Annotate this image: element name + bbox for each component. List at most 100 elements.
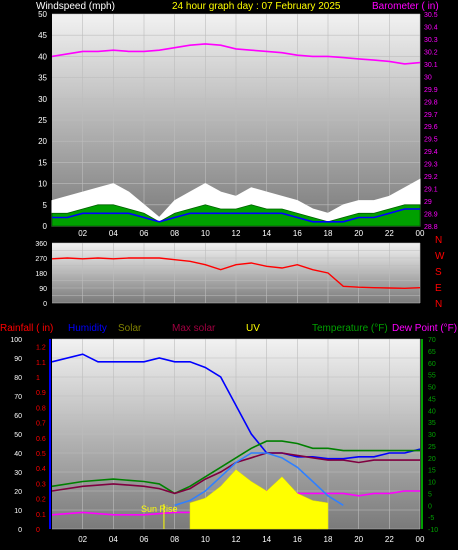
direction-tick-label: 270 [35,256,47,263]
temp-tick-label: 5 [428,491,432,498]
temp-tick-label: 65 [428,349,436,356]
rain-tick-label: 1 [36,375,40,382]
rain-tick-label: 1.1 [36,360,46,367]
temp-tick-label: 0 [428,503,432,510]
barometer-tick-label: 29.3 [424,162,438,169]
wind-tick-label: 25 [38,116,47,125]
legend-entry: Rainfall ( in) [0,323,53,334]
time-tick-label: 14 [262,535,271,544]
temp-tick-label: 25 [428,444,436,451]
temp-tick-label: 55 [428,373,436,380]
barometer-tick-label: 29.7 [424,112,438,119]
time-tick-label: 10 [201,535,210,544]
time-tick-label: 04 [109,229,118,238]
rain-tick-label: 0.8 [36,405,46,412]
wind-tick-label: 0 [43,222,48,231]
humidity-tick-label: 10 [14,508,22,515]
humidity-tick-label: 20 [14,489,22,496]
compass-label: E [435,283,442,294]
rain-tick-label: 0.1 [36,512,46,519]
direction-tick-label: 0 [43,301,47,308]
humidity-tick-label: 40 [14,451,22,458]
time-tick-label: 02 [78,535,87,544]
humidity-tick-label: 30 [14,470,22,477]
humidity-tick-label: 60 [14,413,22,420]
compass-label: S [435,267,442,278]
wind-tick-label: 35 [38,74,47,83]
barometer-tick-label: 29.9 [424,87,438,94]
temp-tick-label: 40 [428,408,436,415]
time-tick-label: 06 [140,229,149,238]
time-tick-label: 12 [232,535,241,544]
wind-tick-label: 5 [43,201,48,210]
compass-label: W [435,251,445,262]
rain-tick-label: 1.2 [36,345,46,352]
time-tick-label: 06 [140,535,149,544]
temp-tick-label: -5 [428,515,434,522]
temp-tick-label: 50 [428,385,436,392]
legend-entry: UV [246,323,260,334]
barometer-tick-label: 28.8 [424,224,438,231]
time-tick-label: 18 [324,229,333,238]
barometer-tick-label: 28.9 [424,212,438,219]
legend-entry: Temperature (°F) [312,323,388,334]
wind-tick-label: 10 [38,180,47,189]
wind-tick-label: 15 [38,158,47,167]
rain-tick-label: 0.5 [36,451,46,458]
barometer-tick-label: 29.6 [424,124,438,131]
legend-entry: Solar [118,323,142,334]
rain-tick-label: 0.3 [36,481,46,488]
wind-tick-label: 20 [38,137,47,146]
barometer-tick-label: 30.3 [424,37,438,44]
barometer-tick-label: 29.2 [424,174,438,181]
direction-tick-label: 360 [35,241,47,248]
time-tick-label: 16 [293,229,302,238]
temp-tick-label: 20 [428,456,436,463]
humidity-tick-label: 50 [14,432,22,439]
time-tick-label: 08 [170,229,179,238]
temp-tick-label: 45 [428,396,436,403]
barometer-tick-label: 30.5 [424,12,438,19]
legend-entry: Dew Point (°F) [392,323,457,334]
compass-label: N [435,299,442,310]
wind-ylabel: Windspeed (mph) [36,1,115,12]
legend-entry: Humidity [68,323,107,334]
barometer-tick-label: 30.4 [424,24,438,31]
time-tick-label: 00 [416,535,425,544]
barometer-tick-label: 30.2 [424,49,438,56]
humidity-tick-label: 70 [14,394,22,401]
wind-tick-label: 30 [38,95,47,104]
weather-graphs: 0510152025303540455028.828.92929.129.229… [0,1,457,544]
time-tick-label: 04 [109,535,118,544]
graph-title: 24 hour graph day : 07 February 2025 [172,1,341,12]
rain-tick-label: 0 [36,527,40,534]
time-tick-label: 22 [385,535,394,544]
time-tick-label: 02 [78,229,87,238]
direction-tick-label: 180 [35,271,47,278]
temp-tick-label: 30 [428,432,436,439]
humidity-tick-label: 100 [10,337,22,344]
barometer-tick-label: 29.8 [424,99,438,106]
time-tick-label: 20 [354,535,363,544]
direction-tick-label: 90 [39,286,47,293]
barometer-label: Barometer ( in) [372,1,439,12]
temp-tick-label: 15 [428,468,436,475]
rain-tick-label: 0.2 [36,497,46,504]
temp-tick-label: -10 [428,527,438,534]
wind-tick-label: 40 [38,52,47,61]
temp-tick-label: 10 [428,480,436,487]
barometer-tick-label: 29.1 [424,187,438,194]
temp-tick-label: 60 [428,361,436,368]
barometer-tick-label: 29 [424,199,432,206]
temp-tick-label: 70 [428,337,436,344]
time-tick-label: 00 [416,229,425,238]
temp-tick-label: 35 [428,420,436,427]
compass-label: N [435,235,442,246]
rain-tick-label: 0.6 [36,436,46,443]
barometer-tick-label: 29.4 [424,149,438,156]
rain-tick-label: 0.9 [36,390,46,397]
wind-direction-chart: 090180270360 NWSEN [35,235,445,310]
barometer-tick-label: 29.5 [424,137,438,144]
time-tick-label: 10 [201,229,210,238]
time-tick-label: 16 [293,535,302,544]
